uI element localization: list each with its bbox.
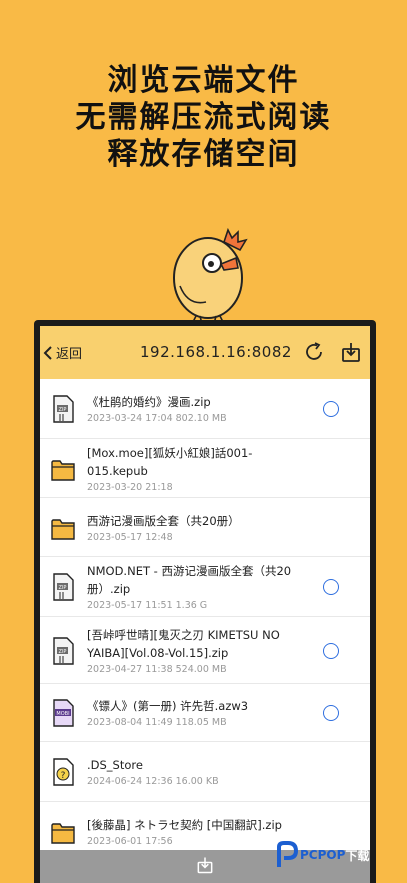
file-row[interactable]: [Mox.moe][狐妖小紅娘]話001-015.kepub 2023-03-20… [40,439,370,498]
file-row[interactable]: ZIP NMOD.NET - 西游记漫画版全套（共20册）.zip 2023-05-… [40,557,370,617]
svg-text:ZIP: ZIP [59,649,67,655]
chevron-left-icon [43,345,52,360]
file-name: 《镖人》(第一册) 许先哲.azw3 [87,699,249,713]
watermark-brand: PCPOP [300,848,346,862]
file-meta: 2023-05-17 12:48 [87,532,173,543]
pcpop-logo-icon [277,841,298,867]
zip-file-icon: ZIP [53,637,74,665]
headline-line-3: 释放存储空间 [107,137,300,172]
svg-text:MOBI: MOBI [56,711,69,717]
file-row[interactable]: 西游记漫画版全套（共20册） 2023-05-17 12:48 [40,498,370,557]
file-name: 西游记漫画版全套（共20册） [87,514,240,528]
file-name: [吾峠呼世晴][鬼灭之刃 KIMETSU NO YAIBA][Vol.08-Vo… [87,628,280,660]
folder-icon [51,460,75,481]
svg-text:ZIP: ZIP [59,407,67,413]
watermark-suffix: 下载 [345,848,370,863]
file-meta: 2023-03-24 17:04 802.10 MB [87,413,227,424]
watermark: PCPOP 下载 [274,838,369,872]
file-meta: 2023-03-20 21:18 [87,482,173,493]
download-icon[interactable] [195,854,215,876]
top-bar: 返回 192.168.1.16:8082 [40,326,370,379]
file-name: [Mox.moe][狐妖小紅娘]話001-015.kepub [87,446,253,478]
chick-mascot-icon [173,228,248,325]
select-radio[interactable] [323,579,339,595]
mobi-file-icon: MOBI [53,699,74,727]
back-label: 返回 [56,347,83,362]
file-name: 《杜鹃的婚约》漫画.zip [87,395,211,409]
file-text: 《镖人》(第一册) 许先哲.azw3 2023-08-04 11:49 118.0… [87,697,307,729]
file-meta: 2024-06-24 12:36 16.00 KB [87,776,219,787]
file-row[interactable]: ? .DS_Store 2024-06-24 12:36 16.00 KB [40,742,370,802]
file-row[interactable]: ZIP [吾峠呼世晴][鬼灭之刃 KIMETSU NO YAIBA][Vol.08… [40,617,370,684]
headline: 浏览云端文件 无需解压流式阅读 释放存储空间 [0,62,407,173]
headline-line-2: 无需解压流式阅读 [75,100,332,135]
file-name: .DS_Store [87,758,143,772]
refresh-icon[interactable] [302,340,326,364]
file-text: [Mox.moe][狐妖小紅娘]話001-015.kepub 2023-03-20… [87,444,307,494]
file-text: 《杜鹃的婚约》漫画.zip 2023-03-24 17:04 802.10 MB [87,393,307,425]
zip-file-icon: ZIP [53,573,74,601]
select-radio[interactable] [323,401,339,417]
svg-text:ZIP: ZIP [59,585,67,591]
file-row[interactable]: ZIP 《杜鹃的婚约》漫画.zip 2023-03-24 17:04 802.10 … [40,379,370,439]
download-icon[interactable] [339,340,363,364]
select-radio[interactable] [323,705,339,721]
svg-text:?: ? [61,771,66,781]
folder-icon [51,823,75,844]
file-meta: 2023-08-04 11:49 118.05 MB [87,717,227,728]
folder-icon [51,519,75,540]
server-address: 192.168.1.16:8082 [140,343,292,361]
file-row[interactable]: MOBI 《镖人》(第一册) 许先哲.azw3 2023-08-04 11:49 1… [40,684,370,742]
zip-file-icon: ZIP [53,395,74,423]
file-text: NMOD.NET - 西游记漫画版全套（共20册）.zip 2023-05-17 … [87,562,307,612]
file-text: [吾峠呼世晴][鬼灭之刃 KIMETSU NO YAIBA][Vol.08-Vo… [87,626,307,676]
unknown-file-icon: ? [53,758,74,786]
file-meta: 2023-04-27 11:38 524.00 MB [87,664,227,675]
file-text: 西游记漫画版全套（共20册） 2023-05-17 12:48 [87,512,307,544]
back-button[interactable]: 返回 [42,326,82,379]
file-meta: 2023-05-17 11:51 1.36 G [87,600,208,611]
file-browser-screen: 返回 192.168.1.16:8082 ZIP 《杜鹃的婚约》漫画.zip 202… [40,326,370,883]
headline-line-1: 浏览云端文件 [107,63,300,98]
file-name: [後藤晶] ネトラセ契約 [中国翻訳].zip [87,818,282,832]
file-text: .DS_Store 2024-06-24 12:36 16.00 KB [87,756,307,788]
select-radio[interactable] [323,643,339,659]
file-name: NMOD.NET - 西游记漫画版全套（共20册）.zip [87,564,292,596]
